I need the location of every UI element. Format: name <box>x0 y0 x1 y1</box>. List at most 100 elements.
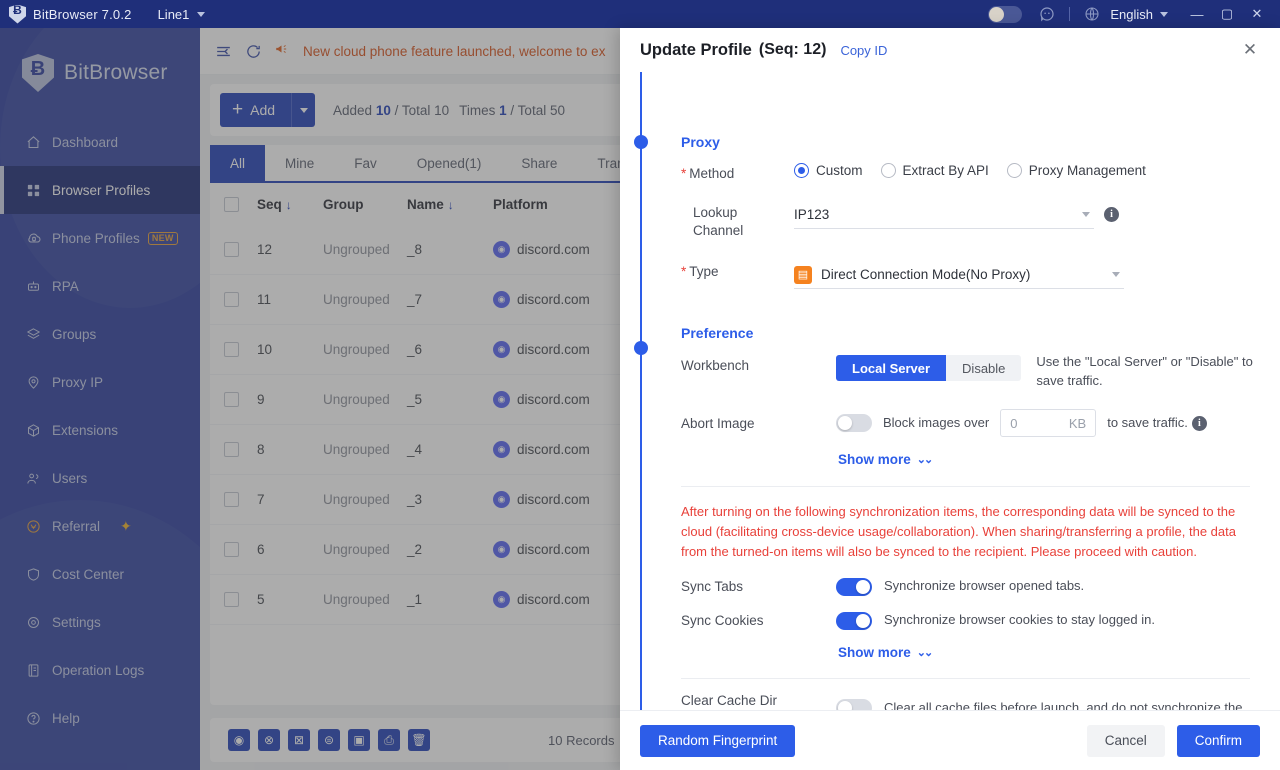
radio-extract-by-api[interactable]: Extract By API <box>880 163 989 178</box>
theme-toggle[interactable] <box>988 5 1023 23</box>
sync-show-more-wrap: Show more ⌄⌄ <box>838 644 1280 662</box>
clear-cache-toggle[interactable] <box>836 699 872 710</box>
sync-tabs-control: Synchronize browser opened tabs. <box>779 577 1280 596</box>
label-text-line1: Lookup <box>693 205 738 220</box>
lookup-channel-value: IP123 <box>794 207 830 222</box>
field-label-sync-cookies: Sync Cookies <box>681 613 764 629</box>
field-label-lookup-channel: Lookup Channel <box>661 201 779 240</box>
clear-cache-desc: Clear all cache files before launch, and… <box>884 699 1243 710</box>
dialog-footer: Random Fingerprint Cancel Confirm <box>620 710 1280 770</box>
workbench-control: Local Server Disable Use the "Local Serv… <box>779 354 1280 391</box>
field-type: * Type ▤ Direct Connection Mode(No Proxy) <box>661 261 1280 290</box>
dialog-title: Update Profile <box>640 40 752 59</box>
footer-right-buttons: Cancel Confirm <box>1086 724 1260 757</box>
segment-disable[interactable]: Disable <box>946 355 1022 382</box>
field-label-method: * Method <box>661 163 779 181</box>
timeline-dot-proxy <box>634 135 648 149</box>
maximize-button[interactable]: ▢ <box>1212 0 1242 28</box>
label-text: Method <box>689 166 735 181</box>
dialog-seq: (Seq: 12) <box>758 41 827 58</box>
field-label-abort-image: Abort Image <box>681 415 755 431</box>
field-method: * Method Custom Extract By API Proxy Man… <box>661 163 1280 181</box>
random-fingerprint-button[interactable]: Random Fingerprint <box>640 724 796 757</box>
abort-image-toggle[interactable] <box>836 414 872 433</box>
app-root: BitBrowser 7.0.2 Line1 English — ▢ <box>0 0 1280 770</box>
preference-show-more-wrap: Show more ⌄⌄ <box>838 451 1280 469</box>
sync-cookies-desc: Synchronize browser cookies to stay logg… <box>884 612 1155 628</box>
chevron-down-icon <box>1112 272 1120 278</box>
abort-text-before: Block images over <box>883 414 990 430</box>
close-window-button[interactable]: ✕ <box>1242 0 1272 28</box>
language-chevron-down-icon[interactable] <box>1160 11 1168 17</box>
info-icon[interactable]: i <box>1191 415 1207 431</box>
update-profile-dialog: Update Profile (Seq: 12) Copy ID ✕ Proxy… <box>620 28 1280 770</box>
field-workbench: Workbench Local Server Disable Use the "… <box>661 354 1280 391</box>
radio-label: Extract By API <box>902 163 989 178</box>
close-icon[interactable]: ✕ <box>1238 38 1262 62</box>
lookup-channel-select[interactable]: IP123 <box>794 201 1094 229</box>
sync-tabs-toggle[interactable] <box>836 577 872 596</box>
info-icon[interactable]: i <box>1104 207 1119 222</box>
segment-local-server[interactable]: Local Server <box>836 355 947 382</box>
sync-tabs-desc: Synchronize browser opened tabs. <box>884 578 1085 594</box>
required-marker: * <box>681 264 687 280</box>
abort-text-after: to save traffic. <box>1107 414 1188 430</box>
confirm-button[interactable]: Confirm <box>1176 724 1260 757</box>
field-clear-cache: Clear Cache Dir Before Clear all cache f… <box>661 693 1280 710</box>
globe-icon[interactable] <box>1079 1 1105 27</box>
field-label-workbench: Workbench <box>681 358 750 374</box>
window-titlebar: BitBrowser 7.0.2 Line1 English — ▢ <box>0 0 1280 28</box>
section-title-proxy: Proxy <box>681 134 720 150</box>
radio-dot-icon <box>1006 163 1022 178</box>
lookup-channel-control: IP123 i <box>779 201 1280 229</box>
titlebar-divider <box>1069 7 1071 21</box>
minimize-button[interactable]: — <box>1182 0 1212 28</box>
method-radio-group: Custom Extract By API Proxy Management <box>779 163 1280 178</box>
dialog-header: Update Profile (Seq: 12) Copy ID ✕ <box>620 28 1280 72</box>
sync-warning-text: After turning on the following synchroni… <box>681 504 1236 559</box>
copy-id-link[interactable]: Copy ID <box>840 43 887 58</box>
radio-proxy-management[interactable]: Proxy Management <box>1006 163 1146 178</box>
field-label-type: * Type <box>661 261 779 279</box>
abort-image-control: Block images over 0 KB to save traffic. … <box>779 409 1280 438</box>
dialog-body: Proxy * Method Custom Extract By API Pro… <box>620 72 1280 710</box>
field-abort-image: Abort Image Block images over 0 KB to sa… <box>661 409 1280 438</box>
field-label-clear-cache: Clear Cache Dir Before <box>681 693 778 710</box>
line-selector-label[interactable]: Line1 <box>158 7 190 22</box>
field-lookup-channel: Lookup Channel IP123 i <box>661 201 1280 240</box>
radio-custom[interactable]: Custom <box>794 163 863 178</box>
abort-size-unit: KB <box>1068 415 1087 431</box>
chevron-double-down-icon: ⌄⌄ <box>916 647 934 660</box>
field-label-sync-tabs: Sync Tabs <box>681 579 744 595</box>
sync-show-more-button[interactable]: Show more ⌄⌄ <box>838 645 934 660</box>
clear-cache-control: Clear all cache files before launch, and… <box>801 699 1280 710</box>
cancel-button[interactable]: Cancel <box>1086 724 1165 757</box>
radio-label: Proxy Management <box>1028 163 1146 178</box>
section-divider <box>681 486 1250 488</box>
chevron-down-icon[interactable] <box>197 11 206 17</box>
radio-label: Custom <box>816 163 863 178</box>
abort-size-value: 0 <box>1010 415 1018 431</box>
workbench-segmented-control: Local Server Disable <box>836 355 1022 382</box>
preference-show-more-button[interactable]: Show more ⌄⌄ <box>838 452 933 467</box>
language-label[interactable]: English <box>1110 7 1153 22</box>
timeline-rail <box>640 72 642 710</box>
section-divider <box>681 678 1250 680</box>
field-sync-cookies: Sync Cookies Synchronize browser cookies… <box>661 611 1280 630</box>
calendar-orange-icon: ▤ <box>794 265 812 284</box>
support-chat-icon[interactable] <box>1034 1 1060 27</box>
app-logo-icon <box>9 4 26 24</box>
type-select[interactable]: ▤ Direct Connection Mode(No Proxy) <box>794 261 1124 290</box>
radio-dot-icon <box>880 163 896 178</box>
radio-dot-icon <box>794 163 809 178</box>
abort-size-input[interactable]: 0 KB <box>1000 409 1097 438</box>
label-text-line2: Channel <box>693 223 744 239</box>
app-name: BitBrowser 7.0.2 <box>33 6 132 22</box>
type-value: Direct Connection Mode(No Proxy) <box>821 267 1031 283</box>
required-marker: * <box>681 166 687 181</box>
timeline-dot-preference <box>634 341 648 355</box>
titlebar-right-controls: English — ▢ ✕ <box>988 0 1280 28</box>
field-sync-tabs: Sync Tabs Synchronize browser opened tab… <box>661 577 1280 596</box>
label-text: Type <box>689 264 719 280</box>
sync-cookies-toggle[interactable] <box>836 611 872 630</box>
